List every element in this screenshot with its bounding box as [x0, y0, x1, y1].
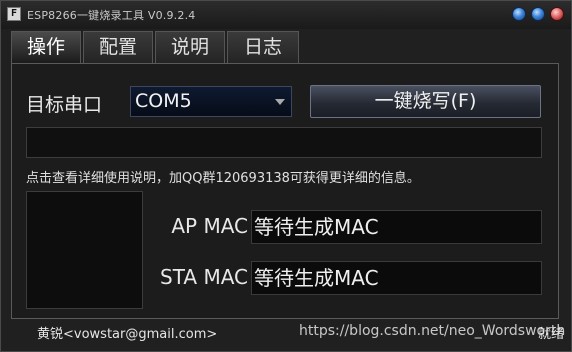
port-select[interactable]: COM5 [130, 86, 292, 117]
title-bar[interactable]: F ESP8266一键烧录工具 V0.9.2.4 [1, 1, 571, 29]
sta-mac-field[interactable]: 等待生成MAC [251, 261, 542, 295]
help-info-link[interactable]: 点击查看详细使用说明，加QQ群120693138可获得更详细的信息。 [26, 167, 420, 186]
ap-mac-field[interactable]: 等待生成MAC [251, 210, 542, 244]
sta-mac-label: STA MAC [160, 265, 248, 289]
ap-mac-label: AP MAC [171, 214, 248, 238]
status-ready-label: 就绪 [538, 327, 565, 342]
app-window: F ESP8266一键烧录工具 V0.9.2.4 操作 配置 说明 日志 目标串… [0, 0, 572, 352]
target-port-label: 目标串口 [26, 94, 103, 116]
status-field [26, 127, 542, 158]
port-select-value: COM5 [135, 90, 192, 112]
tab-operation[interactable]: 操作 [11, 31, 81, 64]
tab-config[interactable]: 配置 [83, 31, 153, 63]
app-icon: F [7, 7, 21, 21]
tab-help[interactable]: 说明 [155, 31, 225, 63]
tab-log[interactable]: 日志 [227, 31, 299, 63]
author-label: 黄锐<vowstar@gmail.com> [37, 327, 218, 342]
maximize-button[interactable] [531, 7, 545, 21]
qr-code-area [26, 191, 143, 309]
minimize-button[interactable] [512, 7, 526, 21]
one-click-burn-button[interactable]: 一键烧写(F) [310, 85, 541, 118]
close-button[interactable] [550, 7, 564, 21]
chevron-down-icon [275, 99, 285, 105]
watermark-text: https://blog.csdn.net/neo_Wordsworth [299, 323, 566, 339]
window-title: ESP8266一键烧录工具 V0.9.2.4 [27, 9, 196, 22]
